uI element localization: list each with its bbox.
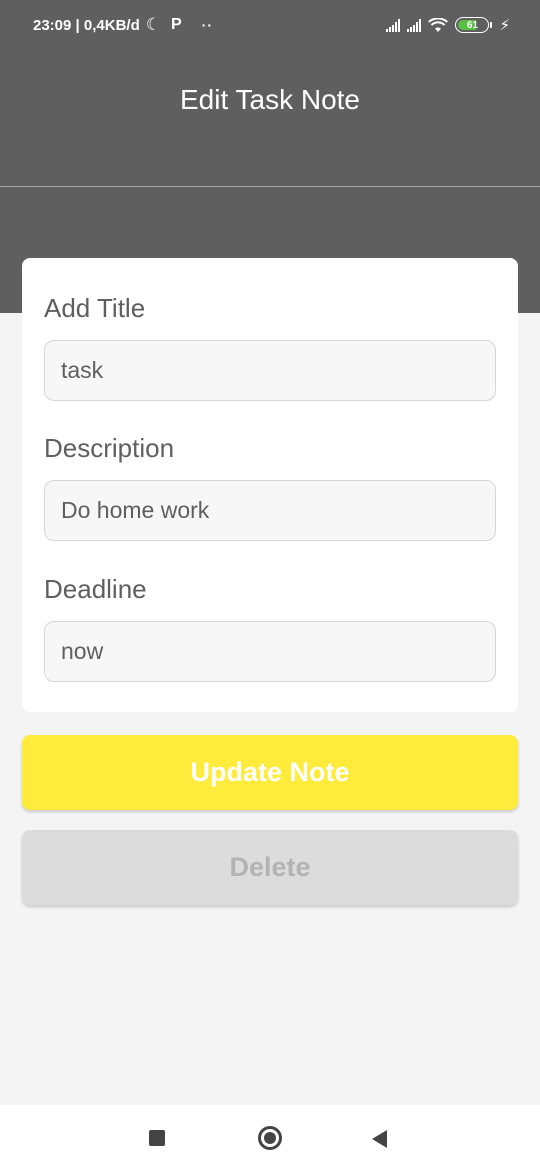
status-left: 23:09 | 0,4KB/d ☾ P ·· [33, 15, 213, 35]
battery-icon: 61 [455, 17, 493, 33]
signal-icon [386, 18, 401, 32]
battery-level: 61 [466, 19, 479, 31]
status-bar: 23:09 | 0,4KB/d ☾ P ·· 61 ⚡ [0, 0, 540, 50]
form-card: Add Title Description Deadline [22, 258, 518, 712]
page-title: Edit Task Note [179, 84, 361, 115]
moon-icon: ☾ [145, 15, 161, 34]
description-label: Description [44, 433, 175, 463]
title-input[interactable] [44, 340, 496, 401]
header-divider [0, 186, 540, 187]
status-time: 23:09 | 0,4KB/d [33, 16, 140, 34]
update-note-button[interactable]: Update Note [22, 735, 518, 810]
back-icon[interactable] [372, 1130, 387, 1148]
navigation-bar [0, 1105, 540, 1170]
deadline-input[interactable] [44, 621, 496, 682]
signal-icon-2 [407, 18, 422, 32]
charging-bolt-icon: ⚡ [499, 17, 510, 34]
more-notifications-icon: ·· [201, 17, 213, 33]
delete-button[interactable]: Delete [22, 830, 518, 905]
wifi-icon [428, 17, 449, 32]
status-right: 61 ⚡ [386, 16, 510, 34]
recent-apps-icon[interactable] [149, 1130, 165, 1146]
description-input[interactable] [44, 480, 496, 541]
title-label: Add Title [44, 293, 146, 323]
deadline-label: Deadline [44, 574, 147, 604]
p-notification-icon: P [171, 16, 182, 33]
home-icon[interactable] [258, 1126, 282, 1150]
